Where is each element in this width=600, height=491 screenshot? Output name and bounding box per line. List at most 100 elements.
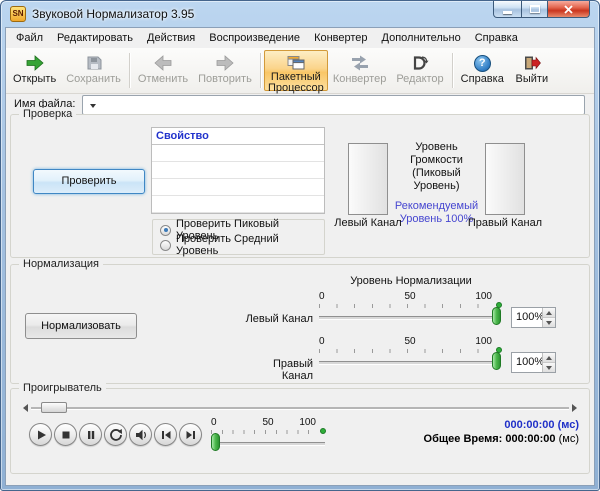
volume-slider-thumb[interactable] — [211, 433, 220, 451]
save-button[interactable]: Сохранить — [61, 50, 126, 91]
editor-icon — [411, 54, 429, 72]
help-icon: ? — [473, 54, 491, 72]
dropdown-arrow-icon[interactable] — [90, 104, 96, 108]
previous-button[interactable] — [154, 423, 177, 446]
filename-combobox[interactable] — [82, 95, 585, 115]
tick-label-0: 0 — [319, 291, 325, 302]
spin-up-button[interactable] — [543, 308, 555, 318]
menu-extras[interactable]: Дополнительно — [375, 29, 468, 47]
table-row[interactable] — [152, 145, 324, 162]
tick-label-50: 50 — [262, 417, 274, 428]
left-level-spinbox[interactable]: 100% — [511, 307, 556, 328]
right-slider-thumb[interactable] — [492, 352, 501, 370]
tick-marks — [319, 349, 495, 353]
check-mode-radio-group: Проверить Пиковый Уровень Проверить Сред… — [152, 218, 325, 257]
toolbar-separator — [259, 53, 261, 88]
seek-left-arrow-icon[interactable] — [23, 403, 28, 412]
check-group-title: Проверка — [19, 108, 77, 120]
left-slider-thumb[interactable] — [492, 307, 501, 325]
exit-button[interactable]: Выйти — [509, 50, 555, 91]
left-channel-slider[interactable]: 0 50 100 — [319, 291, 502, 329]
volume-info: Уровень Громкости (Пиковый Уровень) Реко… — [388, 141, 485, 226]
spin-down-button[interactable] — [543, 363, 555, 372]
redo-icon — [216, 54, 234, 72]
spin-up-button[interactable] — [543, 353, 555, 363]
volume-slider[interactable]: 0 50 100 — [211, 417, 326, 455]
stop-button[interactable] — [54, 423, 77, 446]
menu-edit[interactable]: Редактировать — [50, 29, 140, 47]
seek-thumb[interactable] — [41, 402, 67, 413]
titlebar[interactable]: SN Звуковой Нормализатор 3.95 — [1, 1, 599, 27]
slider-end-dot — [320, 428, 326, 434]
spin-up-icon — [546, 355, 552, 360]
right-level-value: 100% — [516, 356, 545, 368]
spin-buttons — [542, 308, 555, 327]
table-header-property: Свойство — [152, 128, 324, 145]
open-button[interactable]: Открыть — [8, 50, 61, 91]
play-button[interactable] — [29, 423, 52, 446]
left-level-value: 100% — [516, 311, 545, 323]
current-time-value: 000:00:00 — [504, 419, 555, 431]
total-time-unit: (мс) — [558, 433, 579, 445]
menu-bar: Файл Редактировать Действия Воспроизведе… — [6, 28, 594, 48]
volume-button[interactable] — [129, 423, 152, 446]
undo-icon — [154, 54, 172, 72]
table-row[interactable] — [152, 162, 324, 179]
normalization-level-title: Уровень Нормализации — [350, 275, 472, 287]
radio-check-average-level[interactable]: Проверить Средний Уровень — [160, 233, 324, 257]
seek-right-arrow-icon[interactable] — [572, 403, 577, 412]
next-button[interactable] — [179, 423, 202, 446]
current-time: 000:00:00 (мс) — [504, 419, 579, 431]
repeat-button[interactable] — [104, 423, 127, 446]
total-time: Общее Время: 000:00:00 (мс) — [424, 433, 579, 445]
toolbar: Открыть Сохранить Отменить Повторить Пак… — [6, 48, 594, 94]
current-time-unit: (мс) — [557, 419, 579, 431]
batch-processor-icon — [287, 54, 305, 70]
right-level-spinbox[interactable]: 100% — [511, 352, 556, 373]
batch-processor-button[interactable]: Пакетный Процессор — [263, 50, 328, 94]
player-group: Проигрыватель 0 50 100 000:00:00 (мс) Об… — [10, 382, 590, 474]
seek-track[interactable] — [31, 402, 569, 413]
menu-actions[interactable]: Действия — [140, 29, 202, 47]
minimize-button[interactable] — [493, 1, 522, 18]
menu-file[interactable]: Файл — [9, 29, 50, 47]
left-channel-label: Левый Канал — [334, 217, 402, 229]
filename-row: Имя файла: — [6, 94, 594, 116]
tick-marks — [319, 304, 495, 308]
help-button[interactable]: ? Справка — [456, 50, 509, 91]
normalize-group: Нормализация Уровень Нормализации Нормал… — [10, 258, 590, 384]
pause-icon — [87, 430, 94, 439]
stop-icon — [62, 431, 69, 438]
maximize-button[interactable] — [521, 1, 548, 18]
menu-playback[interactable]: Воспроизведение — [202, 29, 307, 47]
redo-button[interactable]: Повторить — [193, 50, 257, 91]
save-icon — [86, 54, 102, 72]
spin-up-icon — [546, 310, 552, 315]
repeat-icon — [109, 428, 122, 441]
maximize-icon — [529, 5, 540, 13]
undo-button[interactable]: Отменить — [133, 50, 193, 91]
seek-bar[interactable] — [23, 401, 577, 414]
table-row[interactable] — [152, 196, 324, 213]
check-button[interactable]: Проверить — [33, 169, 145, 194]
menu-help[interactable]: Справка — [468, 29, 525, 47]
editor-button[interactable]: Редактор — [391, 50, 448, 91]
close-button[interactable] — [547, 1, 590, 18]
pause-button[interactable] — [79, 423, 102, 446]
menu-converter[interactable]: Конвертер — [307, 29, 374, 47]
properties-table[interactable]: Свойство — [151, 127, 325, 214]
right-channel-slider[interactable]: 0 50 100 — [319, 336, 502, 374]
play-icon — [37, 430, 46, 439]
converter-button[interactable]: Конвертер — [328, 50, 391, 91]
total-time-label: Общее Время: — [423, 433, 503, 445]
next-icon — [186, 430, 195, 439]
volume-title-line2: (Пиковый Уровень) — [412, 167, 461, 192]
right-channel-meter — [485, 143, 525, 215]
previous-icon — [161, 430, 170, 439]
normalize-button[interactable]: Нормализовать — [25, 313, 137, 339]
spin-down-button[interactable] — [543, 318, 555, 327]
total-time-value: 000:00:00 — [505, 433, 556, 445]
caption-buttons — [493, 1, 590, 18]
radio-unselected-icon — [160, 239, 171, 251]
table-row[interactable] — [152, 179, 324, 196]
